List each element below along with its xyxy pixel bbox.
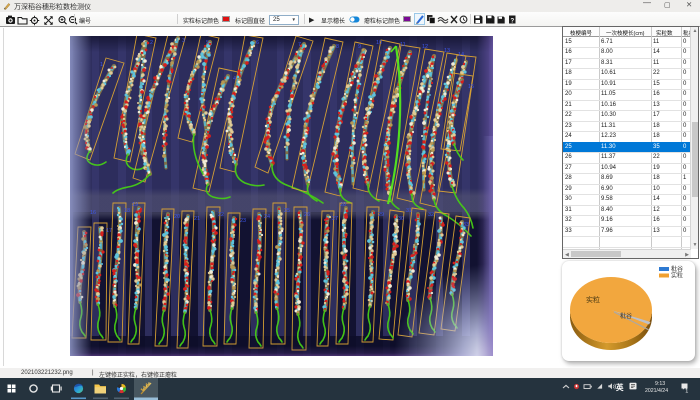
svg-text:3: 3 [182, 38, 185, 44]
svg-text:2021/4/24: 2021/4/24 [645, 388, 668, 394]
svg-text:24: 24 [264, 214, 270, 220]
svg-text:14: 14 [458, 52, 464, 58]
svg-text:27: 27 [332, 216, 338, 222]
svg-text:6: 6 [256, 40, 259, 46]
svg-text:28: 28 [340, 202, 346, 208]
svg-text:11: 11 [400, 42, 406, 48]
svg-text:9: 9 [358, 44, 361, 50]
svg-text:秕谷: 秕谷 [620, 312, 632, 320]
svg-text:18: 18 [124, 208, 130, 214]
svg-text:8: 8 [336, 44, 339, 50]
svg-text:25: 25 [284, 208, 290, 214]
svg-text:20: 20 [174, 214, 180, 220]
svg-text:10: 10 [376, 40, 382, 46]
svg-text:26: 26 [304, 212, 310, 218]
svg-text:19: 19 [132, 202, 138, 208]
svg-text:实粒: 实粒 [586, 295, 600, 304]
svg-text:1: 1 [100, 62, 103, 68]
svg-text:22: 22 [218, 212, 224, 218]
svg-text:7: 7 [298, 42, 301, 48]
svg-text:21: 21 [194, 216, 200, 222]
svg-text:R: R [490, 19, 494, 25]
svg-text:实粒: 实粒 [671, 272, 683, 280]
svg-text:1: 1 [685, 389, 688, 395]
svg-text:秕谷: 秕谷 [671, 265, 683, 273]
svg-text:23: 23 [240, 218, 246, 224]
svg-text:英: 英 [616, 382, 624, 392]
svg-text:9:13: 9:13 [655, 381, 665, 387]
svg-text:31: 31 [406, 208, 412, 214]
svg-text:?: ? [511, 19, 515, 25]
svg-text:4: 4 [233, 76, 236, 82]
svg-text:15: 15 [468, 84, 474, 90]
svg-text:12: 12 [422, 44, 428, 50]
svg-text:5: 5 [206, 40, 209, 46]
svg-text:17: 17 [106, 228, 112, 234]
svg-text:13: 13 [444, 48, 450, 54]
svg-text:2: 2 [150, 40, 153, 46]
